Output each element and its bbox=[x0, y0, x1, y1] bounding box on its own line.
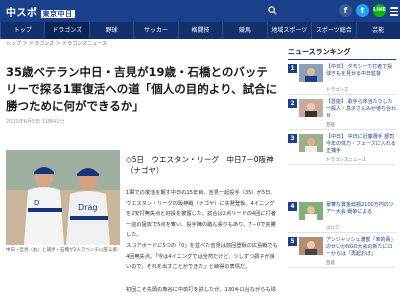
nav-item-general-sports[interactable]: スポーツ総合 bbox=[311, 22, 355, 39]
logo-text: 中スポ bbox=[6, 8, 38, 19]
rank-number: 1 bbox=[288, 64, 297, 73]
hamburger-menu-icon[interactable] bbox=[390, 7, 398, 16]
svg-text:Drag: Drag bbox=[78, 203, 97, 212]
nav-item-local-sports[interactable]: 地域スポーツ bbox=[266, 22, 311, 39]
ranking-item[interactable]: 4 豪華な賞金総額2100万円のツアー大会 戦争による ゴルフ bbox=[288, 200, 396, 233]
rank-number: 3 bbox=[288, 134, 297, 143]
ranking-item[interactable]: 3 【中日】 中日に近藤選手 郡司 今年の体力・フェーズに入れる正捕手 ドラゴン… bbox=[288, 132, 396, 165]
ranking-thumbnail bbox=[299, 99, 323, 117]
ranking-headline: 【中日】 ダモシーて打者で投球ぎもを見せる中日監督 bbox=[326, 64, 393, 77]
ranking-headline: 豪華な賞金総額2100万円のツアー大会 戦争による bbox=[326, 202, 394, 215]
ranking-category: ゴルフ bbox=[326, 226, 340, 231]
ranking-thumbnail bbox=[299, 237, 323, 255]
ranking-divider bbox=[288, 59, 396, 60]
main-nav: トップ ドラゴンズ 野球 サッカー 格闘技 競馬 地域スポーツ スポーツ総合 芸… bbox=[0, 22, 400, 39]
article-title: 35歳ベテラン中日・吉見が19歳・石橋とのバッテリーで探る1軍復活への道「個人の… bbox=[6, 65, 278, 113]
site-header: 中スポ 東京中日 f t LINE bbox=[0, 0, 400, 22]
nav-item-soccer[interactable]: サッカー bbox=[133, 22, 177, 39]
ranking-thumbnail bbox=[299, 202, 323, 220]
ranking-item[interactable]: 2 【芸能】 歌手ら体当たりした一般人・息子さんみが待ち合わせ 芸能 bbox=[288, 97, 396, 130]
ranking-headline: 【中日】 中日に近藤選手 郡司 今年の体力・フェーズに入れる正捕手 bbox=[326, 134, 396, 154]
article-paragraph: スコアボードに5つの「0」を並べた吉見は前回登板の広島戦でも4回無失点。「今は4… bbox=[126, 243, 278, 270]
nav-item-baseball[interactable]: 野球 bbox=[88, 22, 133, 39]
ranking-title: ニュースランキング bbox=[288, 48, 351, 56]
ranking-category: 芸能 bbox=[326, 123, 335, 128]
article-photo[interactable]: D Drag bbox=[6, 150, 120, 245]
search-icon[interactable] bbox=[268, 6, 277, 15]
nav-item-entertainment[interactable]: 芸能 bbox=[355, 22, 400, 39]
article-lead: ◇5日 ウエスタン・リーグ 中日7－0阪神（ナゴヤ） bbox=[126, 155, 274, 175]
rank-number: 2 bbox=[288, 99, 297, 108]
ranking-category: ドラゴンズ bbox=[326, 88, 349, 93]
ranking-thumbnail bbox=[299, 64, 323, 82]
ranking-headline: 【芸能】 歌手ら体当たりした一般人・息子さんみが待ち合わせ bbox=[326, 99, 397, 119]
ranking-thumbnail bbox=[299, 134, 323, 152]
nav-item-top[interactable]: トップ bbox=[0, 22, 44, 39]
site-logo[interactable]: 中スポ 東京中日 bbox=[6, 4, 75, 19]
article-date: 2020年6月5日 11時41分 bbox=[6, 119, 65, 125]
ranking-category: ドラゴンズニュース bbox=[326, 158, 367, 163]
ranking-item[interactable]: 5 アンジャッシュ渡部「率的責」のせいかNGO大会の新たにローからは「再起おぼ」… bbox=[288, 235, 396, 268]
players-photo-illustration: D Drag bbox=[6, 150, 120, 245]
breadcrumb[interactable]: トップ ＞ ドラゴンズ ＞ ドラゴンズニュース bbox=[6, 40, 107, 47]
photo-caption: 中日・吉見（右）と捕手・石橋が2人でベンチに座る姿 bbox=[6, 248, 117, 253]
twitter-icon[interactable]: t bbox=[356, 4, 369, 17]
rank-number: 4 bbox=[288, 202, 297, 211]
line-icon[interactable]: LINE bbox=[373, 4, 386, 17]
nav-item-fighting[interactable]: 格闘技 bbox=[177, 22, 222, 39]
ranking-category: 芸能 bbox=[326, 261, 335, 266]
logo-sub: 東京中日 bbox=[40, 10, 75, 18]
article-paragraph: 1軍での復活を期す中日の15年目、吉見一起投手（35）が5日、ウエスタン・リーグ… bbox=[126, 190, 276, 238]
facebook-icon[interactable]: f bbox=[339, 4, 352, 17]
ranking-headline: アンジャッシュ渡部「率的責」のせいかNGO大会の新たにローからは「再起おぼ」 bbox=[326, 237, 396, 257]
article-paragraph: 初回こそ先頭の熊谷に中前打を許したが、130キロ台ながらも球 bbox=[126, 287, 276, 293]
nav-item-horse-racing[interactable]: 競馬 bbox=[222, 22, 266, 39]
rank-number: 5 bbox=[288, 237, 297, 246]
svg-text:D: D bbox=[34, 199, 39, 207]
nav-item-dragons[interactable]: ドラゴンズ bbox=[44, 22, 89, 39]
ranking-item[interactable]: 1 【中日】 ダモシーて打者で投球ぎもを見せる中日監督 ドラゴンズ bbox=[288, 62, 396, 95]
